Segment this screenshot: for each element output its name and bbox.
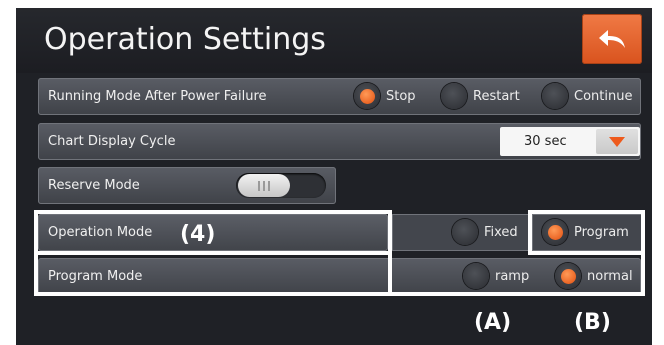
radio-stop[interactable]: Stop bbox=[354, 83, 416, 109]
radio-fixed[interactable]: Fixed bbox=[452, 219, 518, 245]
annotation-label-b: (B) bbox=[574, 310, 611, 335]
annotation-label-4: (4) bbox=[180, 222, 216, 247]
radio-indicator bbox=[452, 219, 478, 245]
grip-icon bbox=[258, 180, 270, 191]
radio-continue-label: Continue bbox=[574, 88, 633, 104]
chart-cycle-select[interactable]: 30 sec bbox=[500, 127, 640, 156]
page-title: Operation Settings bbox=[44, 22, 326, 57]
power-failure-label: Running Mode After Power Failure bbox=[48, 89, 267, 104]
back-arrow-icon bbox=[599, 30, 625, 48]
reserve-mode-row: Reserve Mode bbox=[38, 167, 336, 204]
radio-restart[interactable]: Restart bbox=[441, 83, 520, 109]
toggle-knob[interactable] bbox=[238, 174, 290, 197]
chart-cycle-label: Chart Display Cycle bbox=[48, 134, 176, 149]
radio-indicator bbox=[441, 83, 467, 109]
radio-restart-label: Restart bbox=[473, 88, 520, 104]
operation-mode-option-fixed-cell: Fixed bbox=[392, 214, 529, 251]
reserve-mode-toggle[interactable] bbox=[236, 173, 326, 198]
chart-cycle-value: 30 sec bbox=[524, 134, 567, 149]
annotation-frame-program-option bbox=[528, 210, 645, 255]
power-failure-row: Running Mode After Power Failure Stop Re… bbox=[38, 78, 641, 115]
back-button[interactable] bbox=[582, 14, 642, 64]
radio-fixed-label: Fixed bbox=[484, 224, 518, 240]
radio-indicator bbox=[354, 83, 380, 109]
radio-stop-label: Stop bbox=[386, 88, 416, 104]
reserve-mode-label: Reserve Mode bbox=[48, 178, 140, 193]
dropdown-button[interactable] bbox=[596, 129, 638, 154]
annotation-frame-program-mode-left bbox=[34, 251, 392, 296]
radio-continue[interactable]: Continue bbox=[542, 83, 632, 109]
chart-cycle-row: Chart Display Cycle 30 sec bbox=[38, 123, 641, 160]
triangle-down-icon bbox=[609, 136, 625, 147]
radio-indicator bbox=[542, 83, 568, 109]
annotation-frame-program-mode bbox=[388, 251, 645, 296]
annotation-label-a: (A) bbox=[474, 310, 512, 335]
